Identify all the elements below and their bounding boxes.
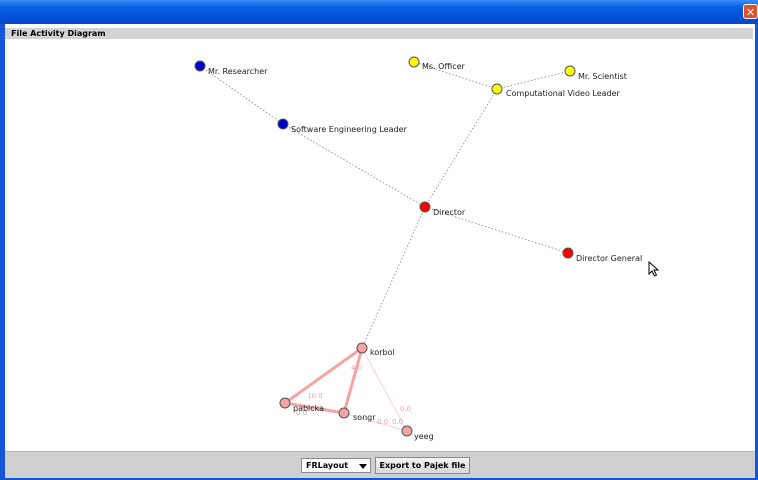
bottom-toolbar: FRLayout Export to Pajek file [5, 451, 755, 478]
node-label: korbol [370, 348, 395, 357]
node-label: Computational Video Leader [506, 89, 621, 98]
panel-title: File Activity Diagram [5, 28, 753, 39]
window-titlebar: ✕ [0, 0, 758, 24]
node-label: songr [353, 413, 376, 422]
graph-node[interactable] [564, 65, 576, 77]
node-label: Ms. Officer [422, 62, 466, 71]
export-pajek-button[interactable]: Export to Pajek file [375, 457, 470, 474]
graph-node[interactable] [194, 60, 206, 72]
edge-label: 0.0 [392, 418, 403, 426]
graph-edge [496, 70, 571, 90]
edge-label: 0.0 [400, 405, 411, 413]
graph-edge [282, 123, 426, 208]
node-label: pabicka [293, 404, 324, 413]
graph-node[interactable] [419, 201, 431, 213]
chevron-down-icon [359, 464, 367, 469]
graph-edge [361, 206, 426, 349]
graph-node[interactable] [356, 342, 368, 354]
graph-node[interactable] [338, 407, 350, 419]
graph-node[interactable] [277, 118, 289, 130]
close-icon[interactable]: ✕ [743, 4, 758, 19]
node-label: Software Engineering Leader [291, 125, 407, 134]
node-label: Mr. Scientist [578, 72, 627, 81]
edge-label: 4.0 [351, 364, 362, 372]
node-label: Director [433, 208, 466, 217]
graph-edge [424, 88, 498, 208]
edge-label: 0.0 [377, 418, 388, 426]
layout-select-value: FRLayout [306, 461, 349, 470]
layout-select[interactable]: FRLayout [301, 458, 371, 473]
node-label: Director General [576, 254, 642, 263]
node-label: Mr. Researcher [208, 67, 268, 76]
node-label: yeeg [414, 432, 434, 441]
edge-label: 10.0 [307, 392, 323, 400]
graph-node[interactable] [491, 83, 503, 95]
graph-node[interactable] [562, 247, 574, 259]
graph-node[interactable] [279, 397, 291, 409]
graph-node[interactable] [401, 425, 413, 437]
graph-canvas[interactable]: 4.0 10.0 0.0 0.0 0.0 0.0 Mr. Researcher … [5, 39, 755, 451]
graph-node[interactable] [408, 56, 420, 68]
mouse-cursor-icon [648, 261, 660, 277]
